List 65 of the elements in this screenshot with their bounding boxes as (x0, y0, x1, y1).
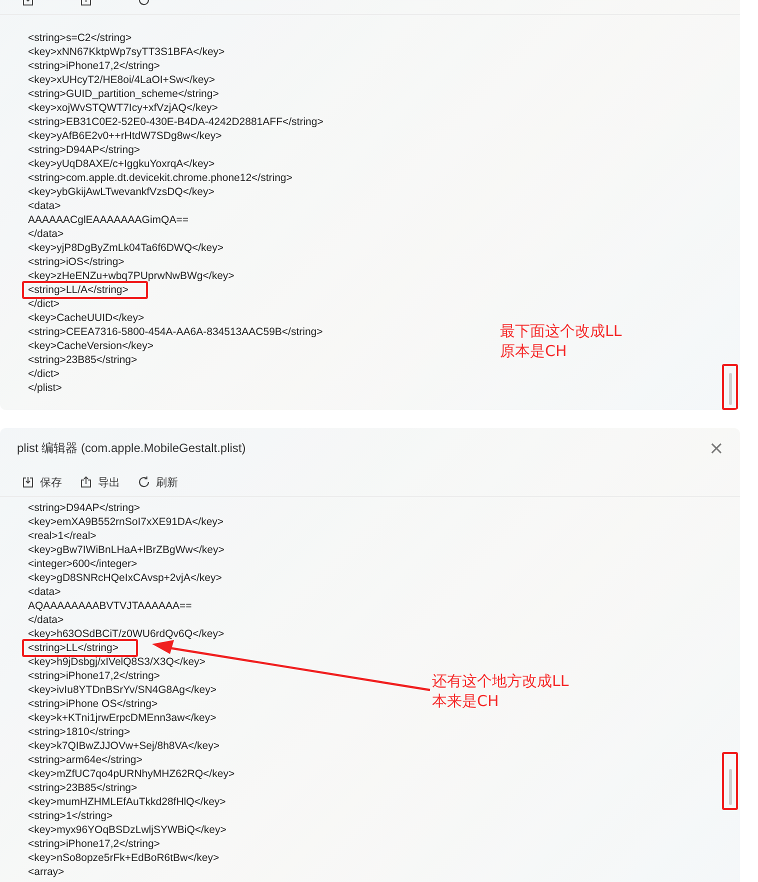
code-line: </dict> (27, 367, 61, 382)
code-line: <string>1810</string> (27, 725, 132, 740)
code-line: <key>nSo8opze5rFk+EdBoR6tBw</key> (27, 851, 220, 866)
code-line: AQAAAAAAAABVTVJTAAAAAA== (27, 599, 193, 614)
code-line: <key>CacheUUID</key> (27, 311, 146, 326)
code-line: <key>xojWvSTQWT7Icy+xfVzjAQ</key> (27, 101, 219, 116)
code-line: <key>emXA9B552rnSoI7xXE91DA</key> (27, 515, 225, 530)
annotation-text: 原本是CH (500, 341, 568, 361)
code-line: <string>EB31C0E2-52E0-430E-B4DA-4242D2881AFF</string> (27, 115, 324, 130)
share-icon (80, 476, 92, 488)
save-button[interactable]: 保存 (22, 474, 62, 490)
code-line: <key>gBw7IWiBnLHaA+lBrZBgWw</key> (27, 543, 226, 558)
scrollbar-thumb[interactable] (728, 373, 732, 405)
window-title: plist 编辑器 (com.apple.MobileGestalt.plist) (17, 440, 246, 456)
code-line: <key>zHeENZu+wbq7PUprwNwBWg</key> (27, 269, 236, 284)
code-line: AAAAAACglEAAAAAAAGimQA== (27, 213, 190, 228)
code-line: <string>iOS</string> (27, 255, 126, 270)
code-line: <key>mZfUC7qo4pURNhyMHZ62RQ</key> (27, 767, 236, 782)
code-line: <real>1</real> (27, 529, 98, 544)
export-button[interactable]: 导出 (80, 474, 120, 490)
code-line: <key>myx96YOqBSDzLwljSYWBiQ</key> (27, 823, 228, 838)
code-line: </data> (27, 613, 65, 628)
code-line: <key>CacheVersion</key> (27, 339, 154, 354)
code-line: <key>yjP8DgByZmLk04Ta6f6DWQ</key> (27, 241, 225, 256)
code-line: <string>D94AP</string> (27, 143, 142, 158)
code-line: <key>mumHZHMLEfAuTkkd28fHlQ</key> (27, 795, 227, 810)
annotation-text: 还有这个地方改成LL (432, 671, 569, 691)
code-line: <key>k7QIBwZJJOVw+Sej/8h8VA</key> (27, 739, 221, 754)
code-line: <string>23B85</string> (27, 781, 138, 796)
code-line: </data> (27, 227, 65, 242)
refresh-icon (138, 476, 150, 488)
code-line: <key>yAfB6E2v0++rHtdW7SDg8w</key> (27, 129, 223, 144)
code-line: <key>xNN67KktpWp7syTT3S1BFA</key> (27, 45, 226, 60)
refresh-button[interactable]: 刷新 (138, 474, 178, 490)
code-line: <string>GUID_partition_scheme</string> (27, 87, 220, 102)
code-line: <string>23B85</string> (27, 353, 138, 368)
code-line: <string>com.apple.dt.devicekit.chrome.phone12</string> (27, 171, 294, 186)
code-line: <string>iPhone17,2</string> (27, 59, 161, 74)
close-button[interactable]: × (708, 438, 724, 458)
code-line: <string>iPhone17,2</string> (27, 669, 161, 684)
code-line: <key>h9jDsbgj/xIVelQ8S3/X3Q</key> (27, 655, 206, 670)
code-line: <key>ybGkijAwLTwevankfVzsDQ</key> (27, 185, 216, 200)
code-line: <string>1</string> (27, 809, 114, 824)
code-line: <key>ivIu8YTDnBSrYv/SN4G8Ag</key> (27, 683, 218, 698)
code-line: <data> (27, 585, 62, 600)
code-line: <string>D94AP</string> (27, 501, 142, 516)
code-line: <string>iPhone OS</string> (27, 697, 159, 712)
code-line: <string>s=C2</string> (27, 31, 133, 46)
annotation-text: 本来是CH (432, 691, 500, 711)
code-line: <key>h63OSdBCiT/z0WU6rdQv6Q</key> (27, 627, 226, 642)
code-line: <string>CEEA7316-5800-454A-AA6A-834513AAC59B</string> (27, 325, 324, 340)
scrollbar-thumb[interactable] (728, 769, 732, 805)
code-line: <data> (27, 199, 62, 214)
code-line: <key>k+KTni1jrwErpcDMEnn3aw</key> (27, 711, 218, 726)
code-line: <string>arm64e</string> (27, 753, 144, 768)
save-icon (22, 476, 34, 488)
code-line: <key>yUqD8AXE/c+IggkuYoxrqA</key> (27, 157, 216, 172)
code-line: <integer>600</integer> (27, 557, 138, 572)
code-line: </plist> (27, 381, 63, 396)
code-line: </dict> (27, 297, 61, 312)
code-line: <key>gD8SNRcHQeIxCAvsp+2vjA</key> (27, 571, 223, 586)
annotation-text: 最下面这个改成LL (500, 321, 622, 341)
code-line: <string>iPhone17,2</string> (27, 837, 161, 852)
code-line: <key>xUHcyT2/HE8oi/4LaOI+Sw</key> (27, 73, 216, 88)
code-line: <array> (27, 865, 66, 880)
